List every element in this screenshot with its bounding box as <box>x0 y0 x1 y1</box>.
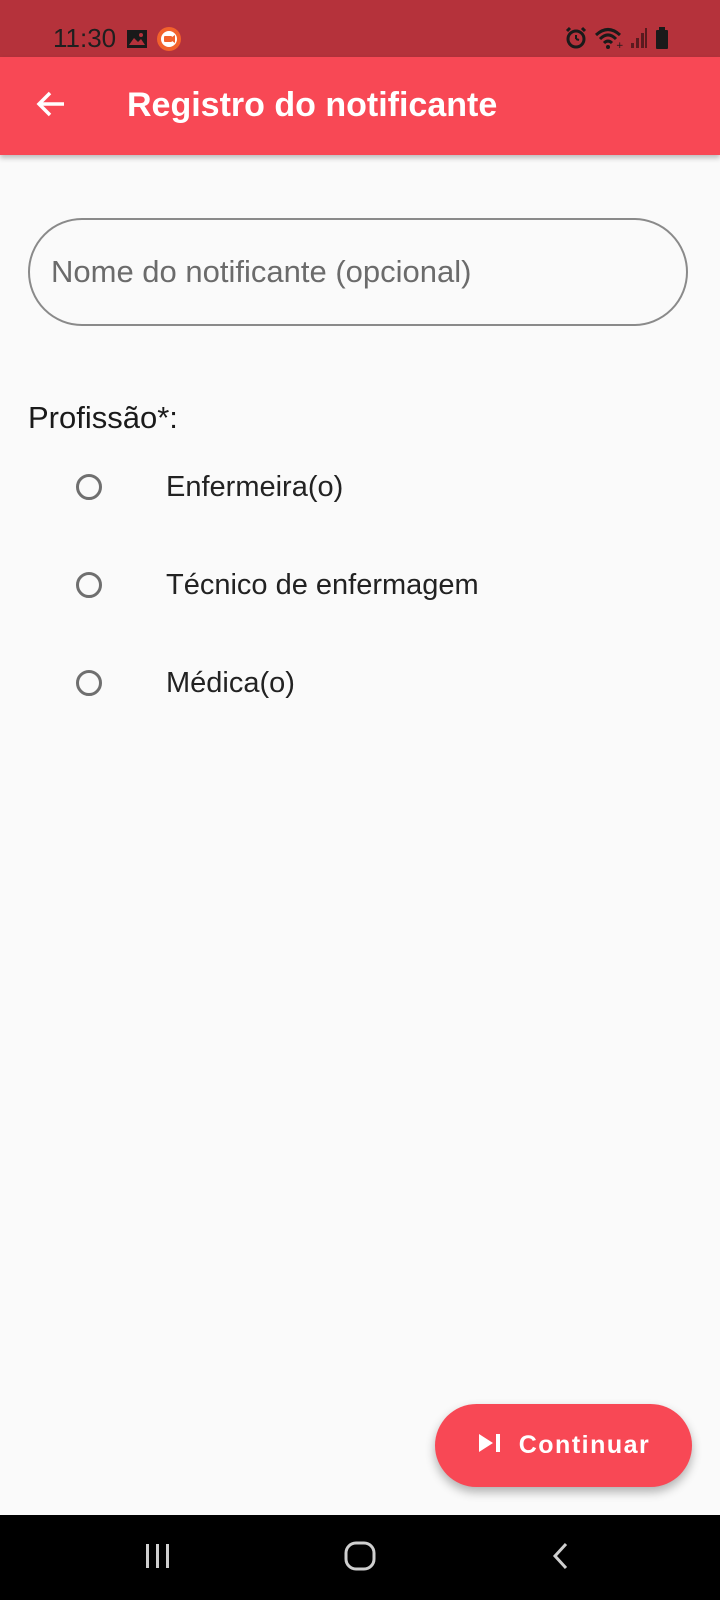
profession-label: Profissão*: <box>28 400 178 435</box>
radio-option-medica[interactable]: Médica(o) <box>60 643 660 723</box>
radio-option-enfermeira[interactable]: Enfermeira(o) <box>60 447 660 527</box>
back-nav-icon <box>549 1541 573 1576</box>
radio-option-tecnico-enfermagem[interactable]: Técnico de enfermagem <box>60 545 660 625</box>
recorder-icon <box>156 26 182 57</box>
status-right-icons: + <box>564 26 670 55</box>
radio-option-label: Enfermeira(o) <box>166 470 344 503</box>
back-nav-button[interactable] <box>531 1533 591 1583</box>
status-bar: 11:30 + <box>0 0 720 57</box>
radio-unchecked-icon[interactable] <box>76 474 102 500</box>
status-left-icons <box>126 26 182 57</box>
page-title: Registro do notificante <box>127 86 498 124</box>
home-button[interactable] <box>330 1533 390 1583</box>
notifier-name-input[interactable] <box>28 218 688 326</box>
battery-icon <box>654 26 670 55</box>
status-time: 11:30 <box>53 23 117 53</box>
image-icon <box>126 29 148 54</box>
wifi-icon: + <box>594 26 624 55</box>
continue-label: Continuar <box>518 1431 651 1459</box>
alarm-icon <box>564 26 588 55</box>
radio-option-label: Técnico de enfermagem <box>166 568 479 601</box>
radio-unchecked-icon[interactable] <box>76 670 102 696</box>
radio-unchecked-icon[interactable] <box>76 572 102 598</box>
back-button[interactable] <box>26 81 76 131</box>
skip-next-icon <box>477 1432 503 1459</box>
continue-button[interactable]: Continuar <box>435 1404 692 1487</box>
recent-apps-button[interactable] <box>128 1533 188 1583</box>
svg-text:+: + <box>616 41 624 50</box>
signal-icon <box>630 27 648 54</box>
system-nav-bar <box>0 1515 720 1600</box>
recent-apps-icon <box>143 1542 173 1575</box>
home-icon <box>343 1540 377 1577</box>
app-bar: Registro do notificante <box>0 57 720 155</box>
arrow-back-icon <box>35 88 67 125</box>
radio-option-label: Médica(o) <box>166 666 295 699</box>
